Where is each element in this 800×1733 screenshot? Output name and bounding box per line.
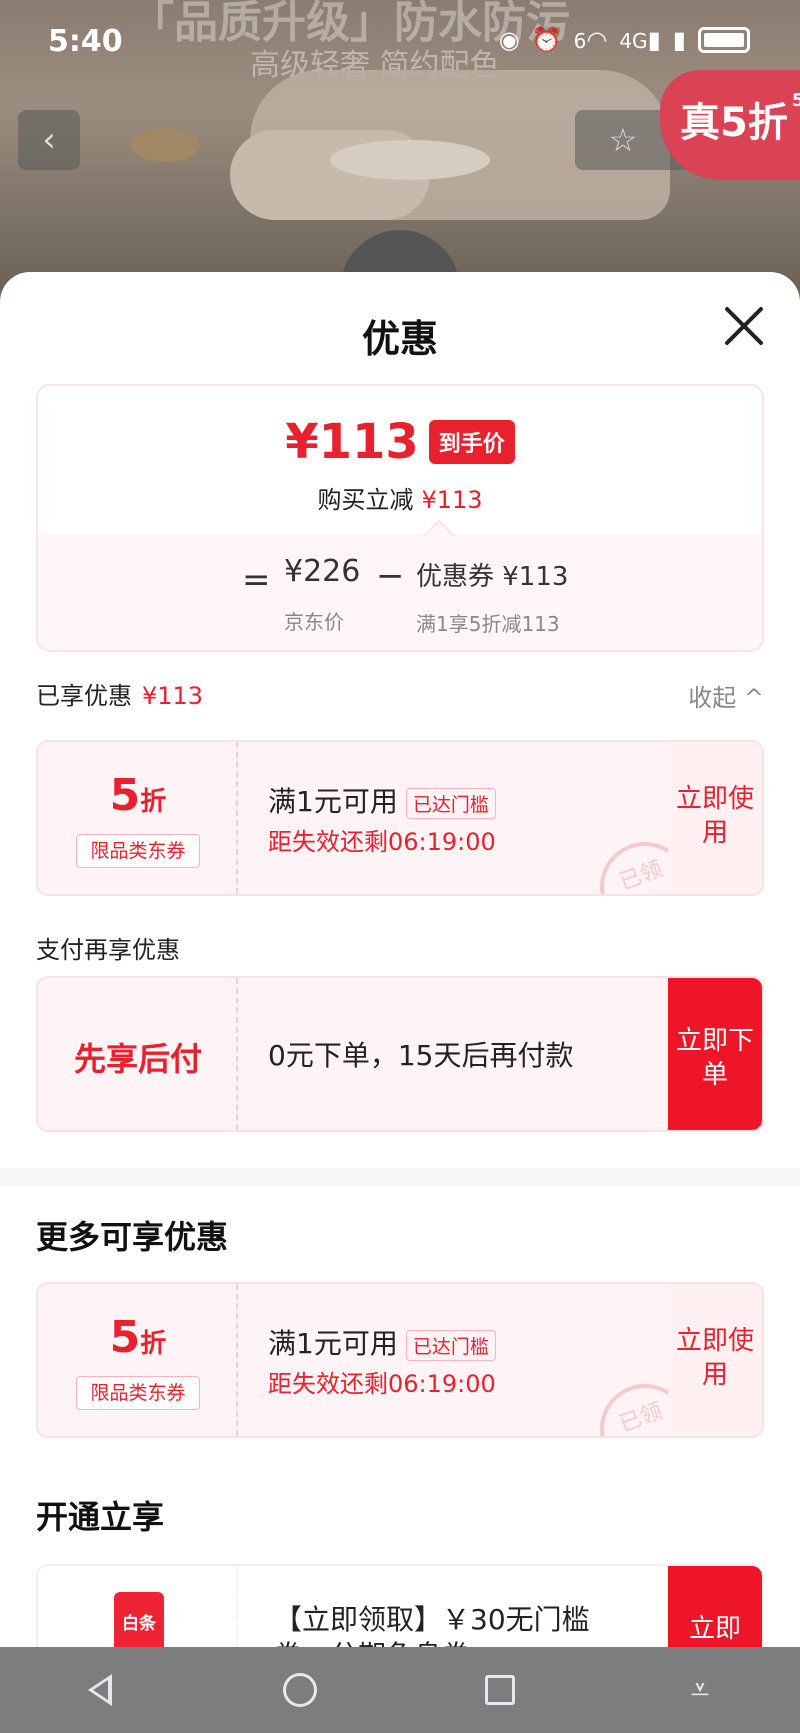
more-discounts-title: 更多可享优惠 xyxy=(36,1218,229,1256)
threshold-reached-tag: 已达门槛 xyxy=(405,787,496,819)
alarm-icon: ⏰ xyxy=(531,26,562,54)
pay-later-title: 先享后付 xyxy=(73,1040,202,1078)
price-calc: = ¥226 京东价 − 优惠券 ¥113 满1享5折减113 xyxy=(38,534,762,650)
coupon-discount: 5折 xyxy=(109,1312,167,1363)
jd-price: ¥226 xyxy=(284,554,361,589)
coupon-kind: 限品类东券 xyxy=(76,1376,200,1410)
pay-later-card: 先享后付 0元下单，15天后再付款 立即下单 xyxy=(36,976,764,1132)
price-breakdown-card: ¥113 到手价 购买立减 ¥113 = ¥226 京东价 − 优惠券 ¥113 满… xyxy=(36,384,764,652)
eye-icon: ◉ xyxy=(498,26,520,54)
chevron-left-icon: ‹ xyxy=(42,120,56,160)
open-enjoy-title: 开通立享 xyxy=(36,1498,165,1536)
coupon-discount: 5折 xyxy=(109,770,167,821)
reduce-line: 购买立减 ¥113 xyxy=(38,480,762,515)
coupon-expire: 距失效还剩06:19:00 xyxy=(268,828,496,856)
home-icon[interactable] xyxy=(270,1660,330,1720)
collapse-toggle[interactable]: 收起 ^ xyxy=(688,678,764,713)
sheet-title: 优惠 xyxy=(361,317,438,361)
coupon-rule: 满1享5折减113 xyxy=(416,612,560,636)
jd-price-label: 京东价 xyxy=(284,610,344,634)
reduce-label: 购买立减 xyxy=(317,486,414,514)
equals-sign: = xyxy=(242,560,271,600)
minus-sign: − xyxy=(376,556,405,596)
coupon-card: 5折 限品类东券 满1元可用 已达门槛 距失效还剩06:19:00 已领 立即使用 xyxy=(36,1282,764,1438)
pay-later-desc: 0元下单，15天后再付款 xyxy=(268,1039,574,1072)
coupon-condition: 满1元可用 已达门槛 xyxy=(268,780,496,820)
final-price: ¥113 到手价 xyxy=(38,414,762,470)
use-coupon-button[interactable]: 立即使用 xyxy=(668,1284,762,1436)
threshold-reached-tag: 已达门槛 xyxy=(405,1329,496,1361)
coupon-expire: 距失效还剩06:19:00 xyxy=(268,1370,496,1398)
status-bar: 5:40 ◉ ⏰ 6◠ 4G▮ ▮ xyxy=(0,0,800,90)
close-icon[interactable] xyxy=(722,304,766,348)
pay-section-label: 支付再享优惠 xyxy=(36,936,180,964)
use-coupon-button[interactable]: 立即使用 xyxy=(668,742,762,894)
status-icons: ◉ ⏰ 6◠ 4G▮ ▮ xyxy=(499,26,750,54)
recents-icon[interactable] xyxy=(470,1660,530,1720)
coupon-condition: 满1元可用 已达门槛 xyxy=(268,1322,496,1362)
pouf-image xyxy=(130,128,200,162)
section-divider xyxy=(0,1168,800,1186)
table-image xyxy=(330,140,490,180)
discount-sheet: 优惠 ¥113 到手价 购买立减 ¥113 = ¥226 京东价 − 优惠券 ¥11… xyxy=(0,272,800,1672)
coupon-value: 优惠券 ¥113 xyxy=(416,562,569,592)
reduce-amount: ¥113 xyxy=(421,486,483,514)
coupon-left: 5折 限品类东券 xyxy=(38,742,238,894)
star-icon[interactable]: ☆ xyxy=(609,121,638,159)
coupon-left: 5折 限品类东券 xyxy=(38,1284,238,1436)
enjoyed-amount: ¥113 xyxy=(142,682,204,710)
wifi-icon: 6◠ xyxy=(573,26,608,54)
status-time: 5:40 xyxy=(48,24,123,59)
order-now-button[interactable]: 立即下单 xyxy=(668,978,762,1130)
back-button[interactable]: ‹ xyxy=(18,110,80,170)
final-price-tag: 到手价 xyxy=(428,420,515,464)
back-icon[interactable] xyxy=(70,1660,130,1720)
signal-4g-icon: 4G▮ xyxy=(619,26,661,54)
system-nav-bar: ⩡ xyxy=(0,1647,800,1733)
coupon-card: 5折 限品类东券 满1元可用 已达门槛 距失效还剩06:19:00 已领 立即使用 xyxy=(36,740,764,896)
notification-icon[interactable]: ⩡ xyxy=(670,1660,730,1720)
battery-icon xyxy=(698,27,750,53)
final-price-value: ¥113 xyxy=(285,414,419,470)
baitiao-logo: 白条 xyxy=(114,1592,164,1652)
enjoyed-label: 已享优惠 xyxy=(36,682,132,710)
signal-icon: ▮ xyxy=(672,26,686,54)
coupon-kind: 限品类东券 xyxy=(76,834,200,868)
enjoyed-discount: 已享优惠 ¥113 xyxy=(36,676,203,711)
